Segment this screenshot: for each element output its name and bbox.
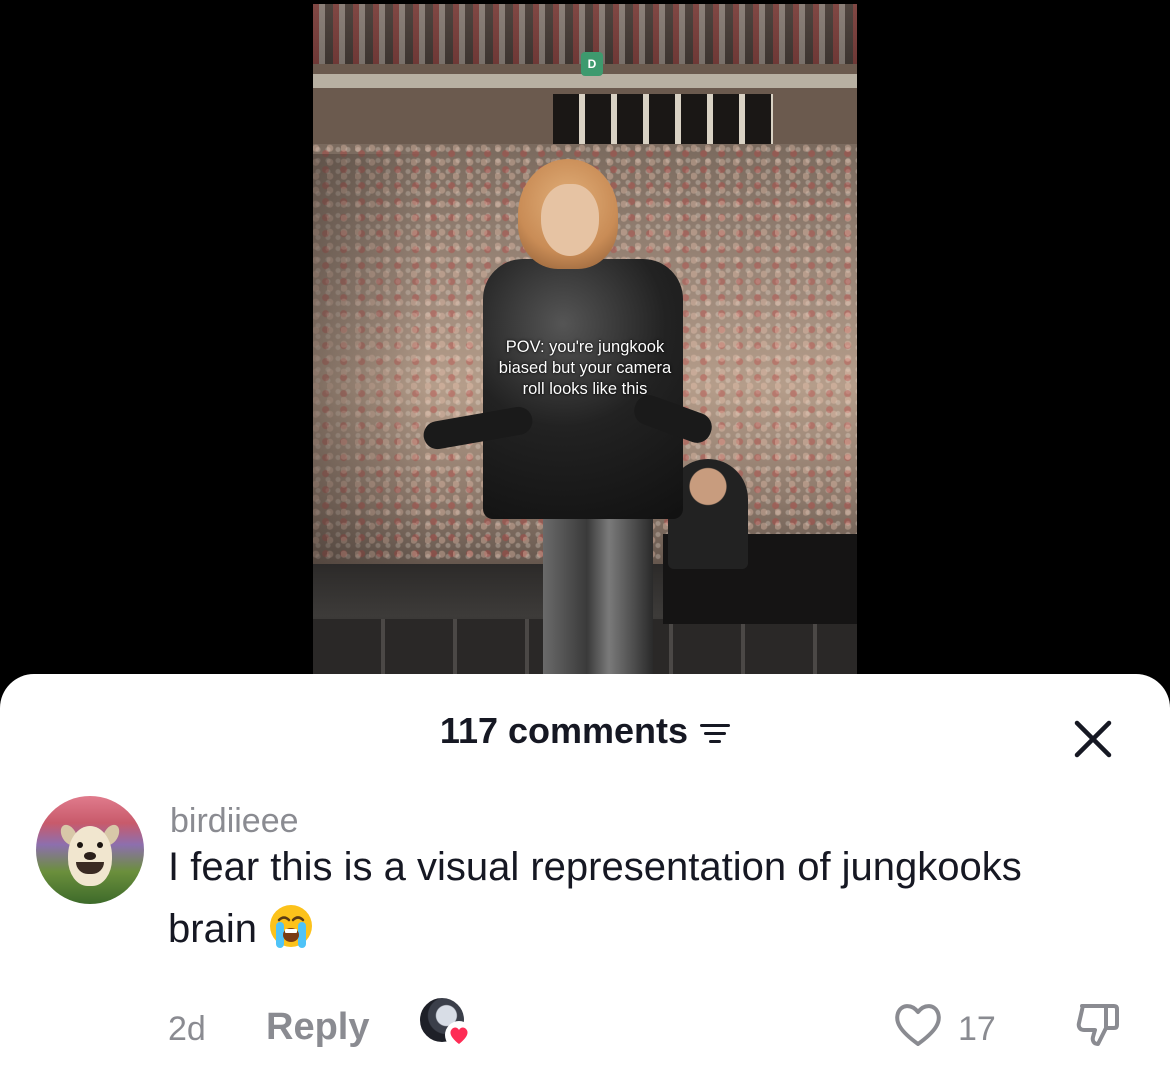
video-caption: POV: you're jungkook biased but your cam… <box>498 338 672 398</box>
close-button[interactable] <box>1068 714 1118 764</box>
avatar-dog-eye-right <box>97 842 103 848</box>
comments-header: 117 comments <box>0 710 1170 760</box>
comment-body: I fear this is a visual representation o… <box>168 836 1068 960</box>
sort-lines-icon <box>700 724 731 743</box>
loudly-crying-face-emoji <box>269 905 312 948</box>
video-performer-face <box>541 184 599 256</box>
comments-sheet: 117 comments birdiieee I fear this is a … <box>0 674 1170 1087</box>
video-box-seats <box>553 94 773 144</box>
like-count: 17 <box>958 1010 996 1048</box>
reply-button[interactable]: Reply <box>266 1006 369 1049</box>
avatar-dog-nose <box>84 852 96 860</box>
comment-meta: 2d Reply 17 <box>0 996 1170 1056</box>
video-section-sign: D <box>581 52 603 76</box>
heart-outline-icon[interactable] <box>890 998 946 1050</box>
comment-timestamp: 2d <box>168 1010 206 1048</box>
thumbs-down-outline-icon[interactable] <box>1070 996 1126 1052</box>
video-stadium-band <box>313 74 857 88</box>
comments-count-label: 117 comments <box>439 710 689 751</box>
heart-filled-icon <box>445 1021 473 1049</box>
comments-count-button[interactable]: 117 comments <box>439 710 731 752</box>
creator-liked-badge <box>418 996 473 1050</box>
avatar-dog-eye-left <box>77 842 83 848</box>
avatar[interactable] <box>36 796 144 904</box>
close-x-icon <box>1074 720 1112 758</box>
